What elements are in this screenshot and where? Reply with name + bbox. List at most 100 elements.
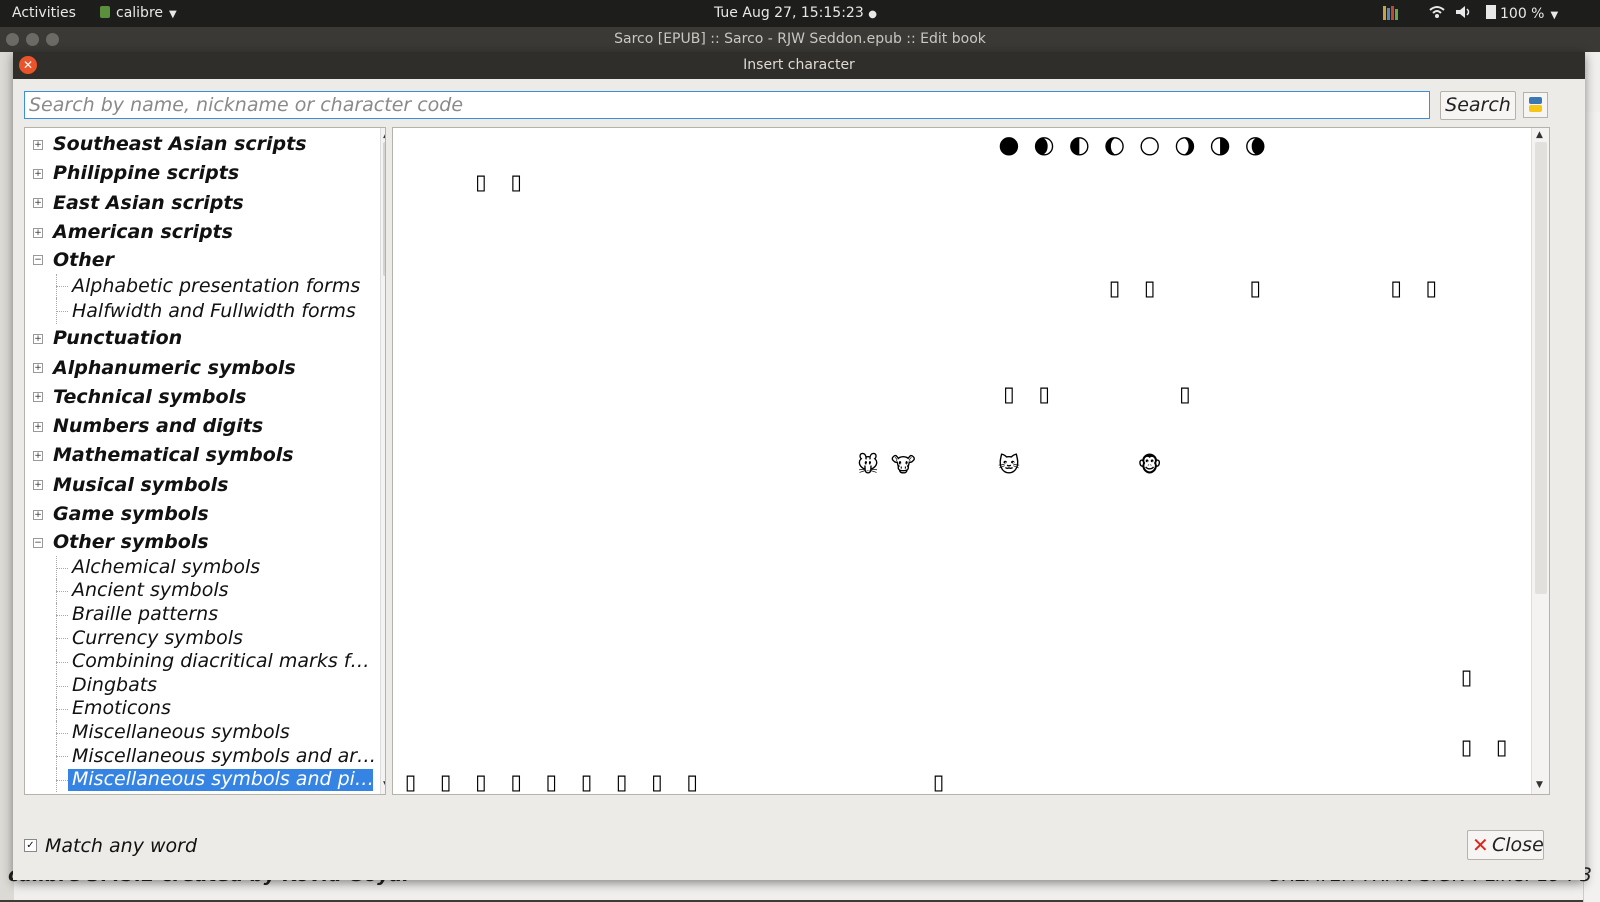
character-cell[interactable]: ▯ (1132, 271, 1167, 306)
wifi-icon[interactable] (1429, 5, 1445, 23)
expand-icon[interactable]: + (33, 509, 43, 520)
scroll-up-icon[interactable]: ▲ (1536, 130, 1543, 140)
character-cell[interactable]: 🐱 (991, 448, 1026, 483)
expand-icon[interactable]: + (33, 333, 43, 344)
character-cell[interactable]: ▯ (463, 765, 498, 794)
expand-icon[interactable]: + (33, 198, 43, 209)
tree-subcategory[interactable]: Halfwidth and Fullwidth forms (25, 297, 380, 325)
tree-scroll-thumb[interactable] (383, 142, 385, 276)
tree-subcategory[interactable]: Braille patterns (25, 603, 380, 627)
character-cell[interactable]: ▯ (1167, 377, 1202, 412)
volume-icon[interactable] (1455, 5, 1473, 23)
tree-category[interactable]: Southeast Asian scripts + (25, 130, 380, 159)
tree-category[interactable]: Other − (25, 247, 380, 274)
character-cell[interactable]: 🌕 (1132, 130, 1167, 165)
character-cell[interactable]: ▯ (1238, 271, 1273, 306)
clock[interactable]: Tue Aug 27, 15:15:23 ● (714, 5, 877, 21)
tree-category[interactable]: Musical symbols + (25, 471, 380, 500)
character-cell[interactable]: 🐵 (1132, 448, 1167, 483)
character-cell[interactable]: ▯ (499, 165, 534, 200)
expand-icon[interactable]: + (33, 139, 43, 150)
character-cell[interactable]: 🐭 (851, 448, 886, 483)
tree-category[interactable]: Numbers and digits + (25, 412, 380, 441)
match-any-word-checkbox[interactable]: ✓ Match any word (24, 835, 197, 857)
grid-scrollbar[interactable]: ▲ ▼ (1531, 128, 1549, 794)
tree-category[interactable]: Philippine scripts + (25, 159, 380, 188)
character-grid[interactable]: 🌑 🌒 🌓 🌔 🌕 🌖 🌗 🌘 ▯ ▯ ▯ ▯ ▯ ▯ ▯ ▯ ▯ ▯ 🐭 🐮 🐱 🐵 ▯ ▯ ▯ ▯ ▯ ▯ ▯ ▯ ▯ ▯ ▯ ▯ ▯ ▲ ▼ (392, 127, 1550, 795)
character-cell[interactable]: ▯ (991, 377, 1026, 412)
character-cell[interactable]: 🌓 (1062, 130, 1097, 165)
character-cell[interactable]: ▯ (921, 765, 956, 794)
collapse-icon[interactable]: − (33, 537, 43, 548)
scroll-down-icon[interactable]: ▼ (383, 780, 385, 790)
character-cell[interactable]: ▯ (1027, 377, 1062, 412)
expand-icon[interactable]: + (33, 421, 43, 432)
expand-icon[interactable]: + (33, 227, 43, 238)
character-cell[interactable]: ▯ (1449, 660, 1484, 695)
category-tree[interactable]: Southeast Asian scripts + Philippine scrip… (24, 127, 386, 795)
expand-icon[interactable]: + (33, 480, 43, 491)
tree-subcategory[interactable]: Ancient symbols (25, 579, 380, 603)
character-cell[interactable]: ▯ (1449, 730, 1484, 765)
tree-subcategory[interactable]: Miscellaneous symbols and pi… (25, 768, 380, 792)
dialog-close-icon[interactable]: ✕ (19, 56, 37, 74)
tree-subcategory[interactable]: Combining diacritical marks f… (25, 650, 380, 674)
character-cell[interactable]: ▯ (463, 165, 498, 200)
character-cell[interactable]: ▯ (393, 765, 428, 794)
tree-category[interactable]: Technical symbols + (25, 383, 380, 412)
character-cell[interactable]: ▯ (569, 765, 604, 794)
character-cell[interactable]: ▯ (604, 765, 639, 794)
tree-subcategory[interactable]: Alchemical symbols (25, 555, 380, 580)
tree-category[interactable]: Punctuation + (25, 324, 380, 353)
window-close-icon[interactable] (6, 33, 19, 46)
collapse-icon[interactable]: − (33, 255, 43, 266)
window-minimize-icon[interactable] (26, 33, 39, 46)
character-cell[interactable]: ▯ (1414, 271, 1449, 306)
checkbox-check-icon[interactable]: ✓ (24, 839, 37, 852)
tree-subcategory[interactable]: Emoticons (25, 697, 380, 721)
close-button[interactable]: ✕ Close (1467, 830, 1544, 860)
character-cell[interactable]: 🌗 (1203, 130, 1238, 165)
search-input[interactable] (24, 91, 1430, 119)
expand-icon[interactable]: + (33, 168, 43, 179)
activities-button[interactable]: Activities (12, 5, 76, 21)
character-cell[interactable]: ▯ (499, 765, 534, 794)
battery-indicator[interactable]: 100 % ▼ (1486, 5, 1558, 22)
character-cell[interactable]: ▯ (639, 765, 674, 794)
tree-category[interactable]: Game symbols + (25, 500, 380, 529)
character-cell[interactable]: ▯ (534, 765, 569, 794)
expand-icon[interactable]: + (33, 392, 43, 403)
tree-category[interactable]: Other symbols − (25, 529, 380, 556)
tree-category[interactable]: Alphanumeric symbols + (25, 354, 380, 383)
books-tray-icon[interactable] (1381, 5, 1401, 25)
scroll-down-icon[interactable]: ▼ (1536, 780, 1543, 790)
tree-scrollbar[interactable]: ▲ ▼ (380, 128, 385, 794)
tree-subcategory[interactable]: Miscellaneous symbols (25, 721, 380, 745)
search-button[interactable]: Search (1440, 91, 1516, 120)
expand-icon[interactable]: + (33, 451, 43, 462)
tree-subcategory[interactable]: Alphabetic presentation forms (25, 273, 380, 298)
grid-scroll-thumb[interactable] (1535, 142, 1547, 594)
tree-category[interactable]: American scripts + (25, 218, 380, 247)
character-cell[interactable]: ▯ (1097, 271, 1132, 306)
character-cell[interactable]: 🌘 (1238, 130, 1273, 165)
character-cell[interactable]: ▯ (1484, 730, 1519, 765)
tree-category[interactable]: Mathematical symbols + (25, 441, 380, 470)
character-cell[interactable]: 🌒 (1027, 130, 1062, 165)
character-cell[interactable]: 🌖 (1167, 130, 1202, 165)
tree-category[interactable]: East Asian scripts + (25, 189, 380, 218)
tree-subcategory[interactable]: Dingbats (25, 673, 380, 698)
character-cell[interactable]: ▯ (1379, 271, 1414, 306)
calibre-app-menu[interactable]: calibre ▼ (100, 5, 177, 21)
character-cell[interactable]: ▯ (675, 765, 710, 794)
character-cell[interactable]: 🐮 (886, 448, 921, 483)
character-cell[interactable]: ▯ (428, 765, 463, 794)
tree-subcategory[interactable]: Currency symbols (25, 626, 380, 651)
scroll-up-icon[interactable]: ▲ (383, 130, 385, 140)
window-maximize-icon[interactable] (46, 33, 59, 46)
character-cell[interactable]: 🌔 (1097, 130, 1132, 165)
character-cell[interactable]: 🌑 (991, 130, 1026, 165)
expand-icon[interactable]: + (33, 363, 43, 374)
tree-subcategory[interactable]: Miscellaneous symbols and ar… (25, 744, 380, 769)
python-icon-button[interactable] (1523, 92, 1548, 118)
